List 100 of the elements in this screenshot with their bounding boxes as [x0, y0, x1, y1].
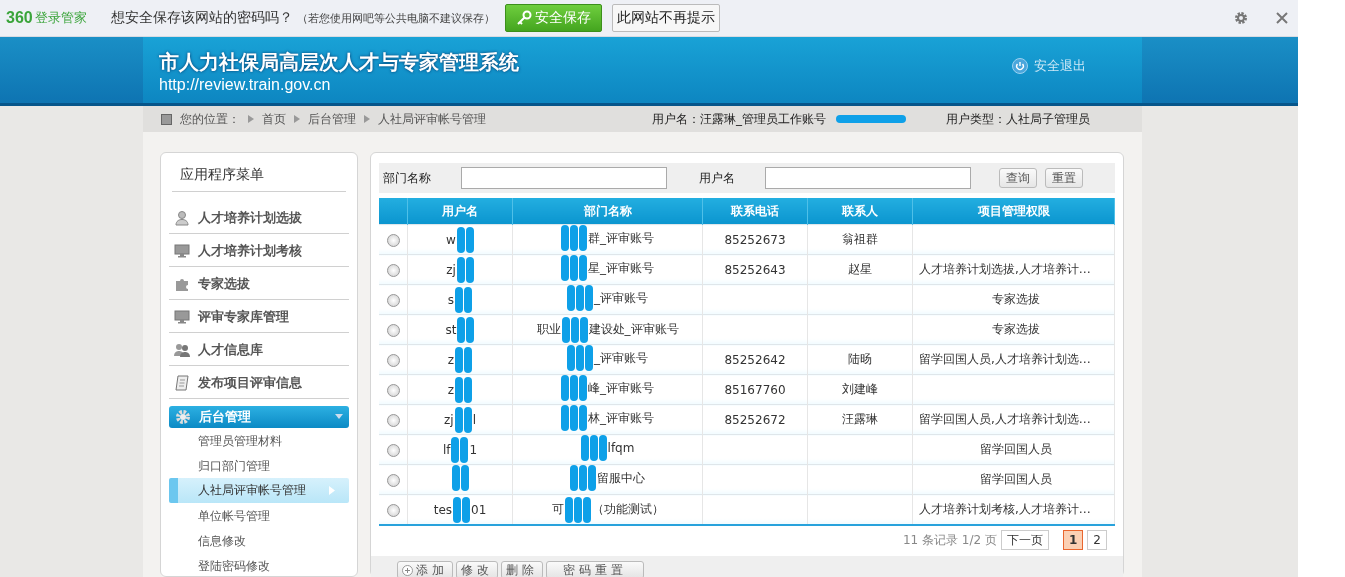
menu-item[interactable]: 发布项目评审信息	[169, 367, 349, 399]
cell-text: l	[472, 412, 476, 427]
cell-text: 留学回国人员,人才培养计划选…	[919, 412, 1091, 426]
cell-text: 留学回国人员	[979, 472, 1052, 486]
redaction-mark	[455, 286, 464, 313]
cell-text: z	[447, 382, 455, 397]
key-icon	[515, 10, 532, 26]
brand-name: 登录管家	[34, 9, 87, 27]
cell-text: 85252643	[724, 262, 786, 277]
cell-text: 留学回国人员,人才培养计划选…	[919, 352, 1091, 366]
redaction-mark	[453, 496, 462, 523]
menu-item[interactable]: 人才信息库	[169, 334, 349, 366]
cell-text: （功能测试）	[591, 501, 664, 518]
cell-text: w	[446, 232, 456, 247]
settings-icon[interactable]	[1234, 11, 1248, 25]
redaction-mark	[579, 316, 588, 343]
reset-button[interactable]: 重置	[1045, 168, 1083, 188]
redaction-mark	[570, 316, 579, 343]
redaction-mark	[456, 226, 465, 253]
never-remind-button[interactable]: 此网站不再提示	[611, 4, 720, 32]
menu-item[interactable]: 人才培养计划考核	[169, 235, 349, 267]
field-label: 部门名称	[383, 169, 431, 187]
cell-text: 陆旸	[848, 352, 872, 366]
cell-text: 汪露琳	[842, 412, 878, 426]
cell-text: 留学回国人员	[979, 442, 1052, 456]
arrow-icon	[248, 115, 254, 123]
redaction-mark	[456, 256, 465, 283]
scroll-icon	[174, 374, 190, 391]
action-button[interactable]: 删除	[501, 561, 543, 577]
plus-icon	[402, 564, 413, 576]
breadcrumb-link[interactable]: 人社局评审帐号管理	[378, 110, 486, 128]
row-radio[interactable]	[386, 233, 400, 247]
row-radio[interactable]	[386, 293, 400, 307]
menu-item[interactable]: 专家选拔	[169, 268, 349, 300]
system-title: 市人力社保局高层次人才与专家管理系统	[159, 49, 519, 76]
redaction-mark	[836, 115, 906, 123]
row-radio[interactable]	[386, 353, 400, 367]
cell-text: 刘建峰	[842, 382, 878, 396]
submenu-item[interactable]: 管理员管理材料	[169, 428, 349, 453]
arrow-icon	[294, 115, 300, 123]
redaction-mark	[451, 436, 460, 463]
cell-text: 专家选拔	[991, 322, 1040, 336]
action-button[interactable]: 修改	[456, 561, 498, 577]
monitor-icon	[174, 242, 190, 259]
cell-text: 留服中心	[597, 469, 645, 487]
field-label: 用户名	[699, 169, 735, 187]
redaction-mark	[580, 435, 589, 461]
close-icon[interactable]	[1276, 12, 1288, 24]
redaction-mark	[464, 346, 473, 373]
redaction-mark	[573, 496, 582, 523]
cell-text: tes	[433, 502, 453, 517]
cell-text: zj	[446, 262, 456, 277]
page-button[interactable]: 2	[1087, 530, 1107, 550]
redaction-mark	[455, 346, 464, 373]
row-radio[interactable]	[386, 413, 400, 427]
action-button[interactable]: 添加	[397, 561, 453, 577]
menu-title: 应用程序菜单	[172, 161, 346, 192]
redaction-mark	[464, 376, 473, 403]
submenu-item[interactable]: 归口部门管理	[169, 453, 349, 478]
input-field[interactable]	[765, 167, 971, 189]
redaction-mark	[465, 256, 474, 283]
row-radio[interactable]	[386, 503, 400, 517]
location-label: 您的位置：	[180, 110, 240, 128]
caret-icon	[335, 414, 343, 420]
cell-text: 翁祖群	[842, 232, 878, 246]
menu-item[interactable]: 人才培养计划选拔	[169, 202, 349, 234]
next-page-button[interactable]: 下一页	[1001, 530, 1049, 550]
row-radio[interactable]	[386, 443, 400, 457]
redaction-mark	[464, 286, 473, 313]
cell-text: zj	[444, 412, 454, 427]
submenu-item[interactable]: 登陆密码修改	[169, 553, 349, 577]
redaction-mark	[462, 496, 471, 523]
submenu-item[interactable]: 单位帐号管理	[169, 503, 349, 528]
page-button[interactable]: 1	[1063, 530, 1084, 550]
cell-text: 林_评审账号	[588, 409, 654, 427]
row-radio[interactable]	[386, 473, 400, 487]
row-radio[interactable]	[386, 383, 400, 397]
site-url: http://review.train.gov.cn	[159, 76, 332, 94]
menu-item[interactable]: 评审专家库管理	[169, 301, 349, 333]
user-type: 用户类型：人社局子管理员	[946, 110, 1090, 128]
cell-text: 85252642	[724, 352, 786, 367]
cell-text: lfqm	[607, 441, 635, 455]
redaction-mark	[460, 436, 469, 463]
redaction-mark	[466, 316, 475, 343]
breadcrumb-link[interactable]: 后台管理	[308, 110, 356, 128]
cell-text: 专家选拔	[991, 292, 1040, 306]
breadcrumb-link[interactable]: 首页	[262, 110, 286, 128]
input-field[interactable]	[461, 167, 667, 189]
row-radio[interactable]	[386, 323, 400, 337]
cell-text: 可	[551, 501, 564, 518]
person-icon	[174, 209, 190, 226]
record-summary: 11 条记录 1/2 页	[902, 531, 997, 549]
submenu-item[interactable]: 人社局评审帐号管理	[169, 478, 349, 503]
redaction-mark	[582, 496, 591, 523]
row-radio[interactable]	[386, 263, 400, 277]
action-button[interactable]: 密码重置	[546, 561, 644, 577]
location-icon	[161, 113, 172, 125]
people-icon	[174, 341, 190, 358]
search-button[interactable]: 查询	[999, 168, 1037, 188]
submenu-item[interactable]: 信息修改	[169, 528, 349, 553]
